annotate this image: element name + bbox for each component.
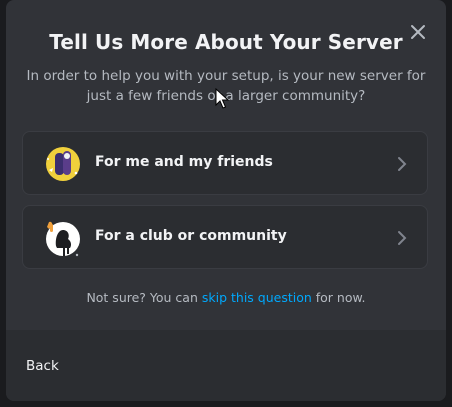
back-button[interactable]: Back (26, 358, 59, 374)
friends-emblem-icon (46, 147, 80, 181)
skip-suffix-text: for now. (311, 290, 366, 305)
skip-question-link[interactable]: skip this question (202, 290, 312, 305)
modal-footer: Back (6, 330, 446, 401)
option-label: For a club or community (95, 228, 287, 244)
server-setup-modal: Tell Us More About Your Server In order … (6, 0, 446, 401)
chevron-right-icon (398, 157, 407, 171)
skip-prefix-text: Not sure? You can (86, 290, 202, 305)
modal-title: Tell Us More About Your Server (49, 30, 403, 54)
community-emblem-icon (46, 221, 80, 257)
option-club-or-community[interactable]: For a club or community (22, 205, 428, 269)
option-me-and-friends[interactable]: For me and my friends (22, 131, 428, 195)
skip-question-line: Not sure? You can skip this question for… (6, 290, 446, 305)
chevron-right-icon (398, 231, 407, 245)
option-label: For me and my friends (95, 154, 273, 170)
mouse-cursor-icon (215, 88, 229, 109)
